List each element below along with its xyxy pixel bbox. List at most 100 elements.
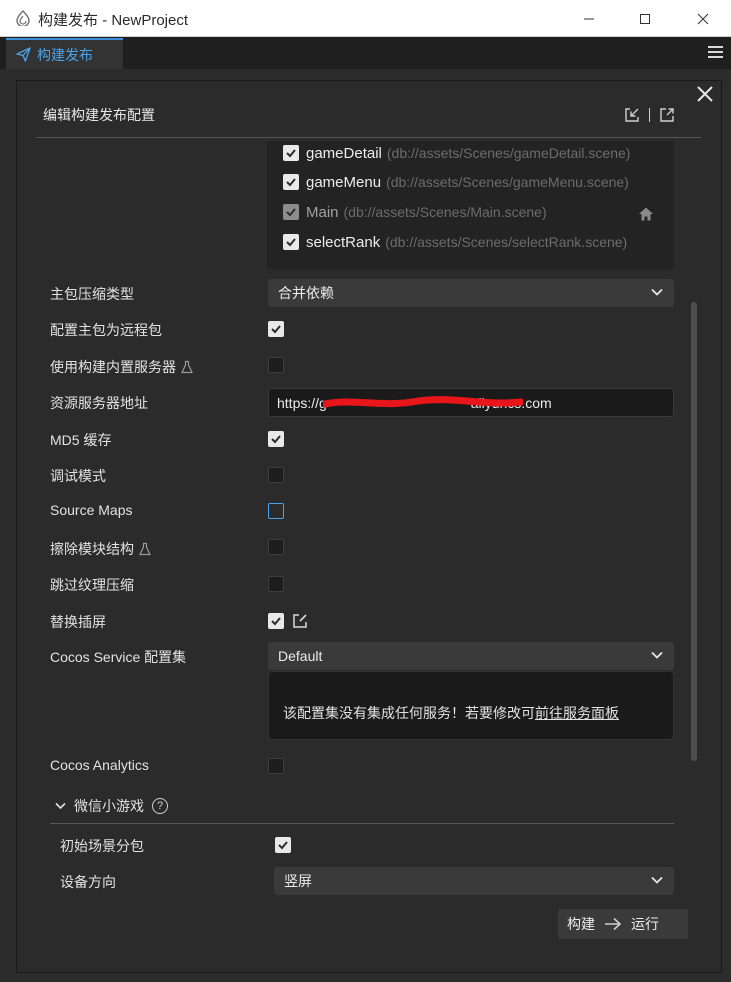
checkmark-icon xyxy=(286,149,296,158)
scene-path: (db://assets/Scenes/Main.scene) xyxy=(343,204,547,220)
cocos-analytics-label: Cocos Analytics xyxy=(50,757,149,773)
erase-module-label: 擦除模块结构 xyxy=(50,539,152,559)
erase-module-text: 擦除模块结构 xyxy=(50,541,134,557)
header-divider xyxy=(36,137,701,138)
help-icon[interactable]: ? xyxy=(152,798,168,814)
menu-icon[interactable] xyxy=(708,45,723,59)
builtin-server-label: 使用构建内置服务器 xyxy=(50,357,194,377)
md5-cache-label: MD5 缓存 xyxy=(50,432,112,448)
service-message: 该配置集没有集成任何服务！若要修改可前往服务面板 xyxy=(283,703,619,723)
service-message-text: 该配置集没有集成任何服务！若要修改可 xyxy=(283,705,535,721)
scene-item[interactable]: Main (db://assets/Scenes/Main.scene) xyxy=(283,200,633,224)
flask-icon xyxy=(139,542,151,556)
compression-type-value: 合并依赖 xyxy=(278,285,334,301)
builtin-server-checkbox[interactable] xyxy=(268,357,284,373)
dialog-title: 编辑构建发布配置 xyxy=(43,107,155,123)
scene-item[interactable]: gameDetail (db://assets/Scenes/gameDetai… xyxy=(283,141,633,165)
scene-item[interactable]: selectRank (db://assets/Scenes/selectRan… xyxy=(283,230,633,254)
section-divider xyxy=(50,823,674,824)
remote-main-bundle-label: 配置主包为远程包 xyxy=(50,322,162,338)
scene-checkbox[interactable] xyxy=(283,145,299,161)
import-icon[interactable] xyxy=(624,107,640,123)
header-separator xyxy=(649,108,650,122)
scene-checkbox[interactable] xyxy=(283,174,299,190)
chevron-down-icon xyxy=(651,876,663,884)
cocos-service-select[interactable]: Default xyxy=(268,642,674,670)
compression-type-select[interactable]: 合并依赖 xyxy=(268,279,674,307)
close-icon xyxy=(697,13,709,24)
checkmark-icon xyxy=(271,617,281,626)
md5-cache-checkbox[interactable] xyxy=(268,431,284,447)
compression-type-label: 主包压缩类型 xyxy=(50,286,134,302)
minimize-icon xyxy=(584,18,594,19)
dialog-header-actions xyxy=(624,107,675,123)
close-dialog-icon[interactable] xyxy=(695,84,715,104)
scrollbar-thumb[interactable] xyxy=(691,302,697,761)
skip-texture-label: 跳过纹理压缩 xyxy=(50,577,134,593)
run-button[interactable]: 运行 xyxy=(622,914,668,934)
debug-mode-checkbox[interactable] xyxy=(268,467,284,483)
scene-name: selectRank xyxy=(306,233,381,251)
scene-path: (db://assets/Scenes/gameDetail.scene) xyxy=(386,145,631,161)
cocos-service-value: Default xyxy=(278,648,323,664)
app-logo-icon xyxy=(16,10,30,26)
window-title: 构建发布 - NewProject xyxy=(38,12,189,29)
initial-subpackage-label: 初始场景分包 xyxy=(60,838,144,854)
builtin-server-text: 使用构建内置服务器 xyxy=(50,359,176,375)
window-titlebar: 构建发布 - NewProject xyxy=(0,0,731,37)
arrow-right-icon xyxy=(605,917,622,931)
close-window-button[interactable] xyxy=(680,0,726,37)
remote-main-bundle-checkbox[interactable] xyxy=(268,321,284,337)
tab-build-publish[interactable]: 构建发布 xyxy=(6,38,123,69)
source-maps-checkbox[interactable] xyxy=(268,503,284,519)
scene-name: gameDetail xyxy=(306,144,382,162)
service-info-box: 该配置集没有集成任何服务！若要修改可前往服务面板 xyxy=(268,671,674,740)
redaction-scribble xyxy=(323,396,523,408)
erase-module-checkbox[interactable] xyxy=(268,539,284,555)
service-panel-link[interactable]: 前往服务面板 xyxy=(535,705,619,721)
checkmark-icon xyxy=(286,238,296,247)
tab-label: 构建发布 xyxy=(37,46,93,63)
chevron-down-icon xyxy=(651,651,663,659)
initial-subpackage-checkbox[interactable] xyxy=(275,837,291,853)
scene-name: gameMenu xyxy=(306,173,382,191)
scene-list: gameDetail (db://assets/Scenes/gameDetai… xyxy=(267,141,674,270)
scene-checkbox xyxy=(283,204,299,220)
checkmark-icon xyxy=(271,325,281,334)
replace-splash-label: 替换插屏 xyxy=(50,614,106,630)
source-maps-label: Source Maps xyxy=(50,502,133,518)
edit-splash-icon[interactable] xyxy=(292,613,308,629)
flask-icon xyxy=(181,360,193,374)
wechat-section-title: 微信小游戏 xyxy=(74,798,144,814)
scene-checkbox[interactable] xyxy=(283,234,299,250)
checkmark-icon xyxy=(278,841,288,850)
panel-tab-strip: 构建发布 xyxy=(0,37,731,69)
scene-item[interactable]: gameMenu (db://assets/Scenes/gameMenu.sc… xyxy=(283,170,633,194)
build-run-bar: 构建 运行 xyxy=(558,909,688,939)
skip-texture-checkbox[interactable] xyxy=(268,576,284,592)
build-button[interactable]: 构建 xyxy=(558,914,604,934)
maximize-button[interactable] xyxy=(622,0,668,37)
minimize-button[interactable] xyxy=(566,0,612,37)
debug-mode-label: 调试模式 xyxy=(50,468,106,484)
scene-name: Main xyxy=(306,203,339,221)
checkmark-icon xyxy=(286,178,296,187)
resource-server-label: 资源服务器地址 xyxy=(50,395,148,411)
chevron-down-icon xyxy=(55,802,66,810)
cocos-service-label: Cocos Service 配置集 xyxy=(50,649,187,665)
replace-splash-checkbox[interactable] xyxy=(268,613,284,629)
orientation-label: 设备方向 xyxy=(60,874,116,890)
home-icon xyxy=(639,207,653,221)
export-icon[interactable] xyxy=(659,107,675,123)
send-icon xyxy=(16,47,31,62)
checkmark-icon xyxy=(286,208,296,217)
cocos-analytics-checkbox[interactable] xyxy=(268,758,284,774)
checkmark-icon xyxy=(271,435,281,444)
chevron-down-icon xyxy=(651,288,663,296)
wechat-section-header[interactable]: 微信小游戏 ? xyxy=(55,796,168,816)
orientation-value: 竖屏 xyxy=(284,873,312,889)
orientation-select[interactable]: 竖屏 xyxy=(274,867,674,895)
maximize-icon xyxy=(640,13,650,24)
scene-path: (db://assets/Scenes/gameMenu.scene) xyxy=(386,174,629,190)
scene-path: (db://assets/Scenes/selectRank.scene) xyxy=(385,234,628,250)
